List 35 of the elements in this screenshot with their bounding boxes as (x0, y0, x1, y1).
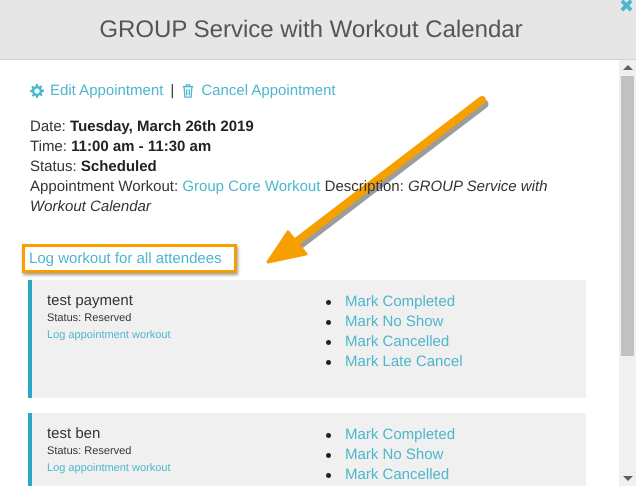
detail-line: Time: 11:00 am - 11:30 am (30, 137, 212, 157)
scroll-thumb[interactable] (621, 76, 634, 356)
workout-link[interactable]: Group Core Workout (182, 178, 320, 195)
mark-link[interactable]: Mark No Show (345, 312, 444, 332)
bullet-icon (326, 472, 331, 478)
bullet-icon (326, 432, 331, 438)
attendee-name: test payment (47, 292, 134, 310)
action-link[interactable]: Cancel Appointment (201, 82, 336, 99)
separator: | (170, 82, 174, 99)
detail-line: Date: Tuesday, March 26th 2019 (30, 117, 255, 137)
bullet-icon (326, 300, 331, 304)
mark-link[interactable]: Mark Completed (345, 292, 456, 312)
attendee-name: test ben (47, 425, 102, 443)
mark-link[interactable]: Mark Late Cancel (345, 352, 463, 372)
detail-line: Status: Scheduled (30, 157, 158, 177)
mark-link[interactable]: Mark Cancelled (345, 332, 450, 352)
scroll-up-icon[interactable] (623, 65, 633, 70)
log-workout-link[interactable]: Log appointment workout (47, 460, 322, 477)
trash-icon (181, 84, 196, 98)
bullet-icon (326, 360, 331, 364)
gear-icon (30, 84, 44, 98)
bullet-icon (326, 452, 331, 458)
dialog-title: GROUP Service with Workout Calendar (99, 16, 523, 44)
bullet-icon (326, 320, 331, 324)
log-all-link[interactable]: Log workout for all attendees (22, 244, 237, 273)
scrollbar[interactable] (619, 60, 636, 486)
action-link[interactable]: Edit Appointment (50, 82, 164, 99)
log-workout-link[interactable]: Log appointment workout (47, 327, 322, 344)
scroll-down-icon[interactable] (623, 476, 633, 481)
mark-link[interactable]: Mark No Show (345, 445, 444, 465)
attendee-status: Status: Reserved (47, 311, 132, 326)
attendee-status: Status: Reserved (47, 444, 132, 459)
bullet-icon (326, 340, 331, 344)
mark-link[interactable]: Mark Completed (345, 425, 456, 445)
mark-link[interactable]: Mark Cancelled (345, 465, 450, 485)
